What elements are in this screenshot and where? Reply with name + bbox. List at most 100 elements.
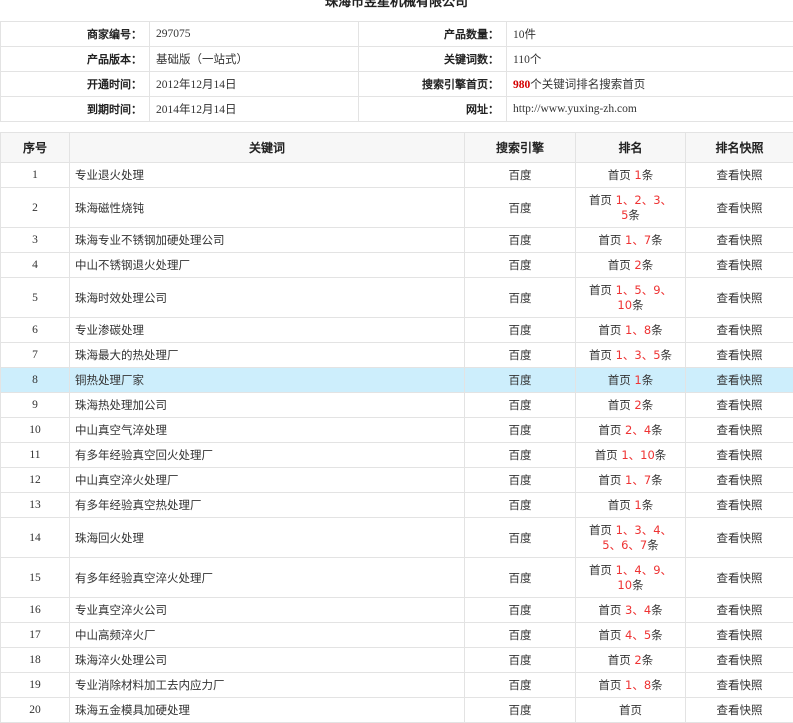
rank-positions: 2 bbox=[634, 653, 641, 667]
row-engine: 百度 bbox=[465, 188, 576, 228]
rank-suffix: 条 bbox=[632, 578, 644, 592]
row-rank: 首页 bbox=[576, 698, 686, 723]
view-snapshot-link[interactable]: 查看快照 bbox=[686, 623, 793, 648]
info-label: 搜索引擎首页： bbox=[359, 72, 507, 97]
row-engine: 百度 bbox=[465, 493, 576, 518]
rank-prefix: 首页 bbox=[598, 603, 621, 617]
view-snapshot-link[interactable]: 查看快照 bbox=[686, 163, 793, 188]
view-snapshot-link[interactable]: 查看快照 bbox=[686, 558, 793, 598]
row-keyword: 中山高频淬火厂 bbox=[70, 623, 465, 648]
view-snapshot-link[interactable]: 查看快照 bbox=[686, 318, 793, 343]
rank-prefix: 首页 bbox=[608, 168, 631, 182]
row-rank: 首页 1、3、4、5、6、7条 bbox=[576, 518, 686, 558]
view-snapshot-link[interactable]: 查看快照 bbox=[686, 598, 793, 623]
row-index: 9 bbox=[1, 393, 70, 418]
table-header-row: 序号 关键词 搜索引擎 排名 排名快照 bbox=[1, 133, 793, 163]
view-snapshot-link[interactable]: 查看快照 bbox=[686, 418, 793, 443]
row-rank: 首页 4、5条 bbox=[576, 623, 686, 648]
view-snapshot-link[interactable]: 查看快照 bbox=[686, 393, 793, 418]
view-snapshot-link[interactable]: 查看快照 bbox=[686, 278, 793, 318]
row-index: 5 bbox=[1, 278, 70, 318]
view-snapshot-link[interactable]: 查看快照 bbox=[686, 673, 793, 698]
rank-positions: 1、3、4、5、6、7 bbox=[602, 523, 672, 552]
row-index: 19 bbox=[1, 673, 70, 698]
table-row: 1 专业退火处理百度首页 1条查看快照 bbox=[1, 163, 793, 188]
row-engine: 百度 bbox=[465, 673, 576, 698]
row-keyword: 珠海热处理加公司 bbox=[70, 393, 465, 418]
rank-suffix: 条 bbox=[651, 603, 663, 617]
row-rank: 首页 2条 bbox=[576, 253, 686, 278]
row-index: 18 bbox=[1, 648, 70, 673]
row-engine: 百度 bbox=[465, 368, 576, 393]
rank-suffix: 条 bbox=[628, 208, 640, 222]
row-rank: 首页 1、4、9、10条 bbox=[576, 558, 686, 598]
row-keyword: 中山不锈钢退火处理厂 bbox=[70, 253, 465, 278]
row-index: 10 bbox=[1, 418, 70, 443]
row-rank: 首页 1条 bbox=[576, 163, 686, 188]
table-row: 12中山真空淬火处理厂百度首页 1、7条查看快照 bbox=[1, 468, 793, 493]
info-row: 产品版本：基础版（一站式）关键词数：110个 bbox=[1, 47, 793, 72]
rank-prefix: 首页 bbox=[598, 473, 621, 487]
info-label: 关键词数： bbox=[359, 47, 507, 72]
row-keyword: 专业消除材料加工去内应力厂 bbox=[70, 673, 465, 698]
row-keyword: 专业退火处理 bbox=[70, 163, 465, 188]
rank-prefix: 首页 bbox=[589, 348, 612, 362]
column-header-index: 序号 bbox=[1, 133, 70, 163]
view-snapshot-link[interactable]: 查看快照 bbox=[686, 228, 793, 253]
row-rank: 首页 1条 bbox=[576, 493, 686, 518]
info-row: 到期时间：2014年12月14日网址：http://www.yuxing-zh.… bbox=[1, 97, 793, 122]
view-snapshot-link[interactable]: 查看快照 bbox=[686, 188, 793, 228]
row-rank: 首页 1、3、5条 bbox=[576, 343, 686, 368]
row-engine: 百度 bbox=[465, 163, 576, 188]
table-row: 16专业真空淬火公司百度首页 3、4条查看快照 bbox=[1, 598, 793, 623]
info-value: 980个关键词排名搜索首页 bbox=[507, 72, 793, 97]
row-rank: 首页 1条 bbox=[576, 368, 686, 393]
view-snapshot-link[interactable]: 查看快照 bbox=[686, 368, 793, 393]
column-header-snapshot: 排名快照 bbox=[686, 133, 793, 163]
row-index: 7 bbox=[1, 343, 70, 368]
rank-suffix: 条 bbox=[661, 348, 673, 362]
row-rank: 首页 1、10条 bbox=[576, 443, 686, 468]
view-snapshot-link[interactable]: 查看快照 bbox=[686, 253, 793, 278]
rank-prefix: 首页 bbox=[598, 233, 621, 247]
view-snapshot-link[interactable]: 查看快照 bbox=[686, 518, 793, 558]
rank-positions: 3、4 bbox=[625, 603, 651, 617]
rank-suffix: 条 bbox=[642, 373, 654, 387]
page-title: 珠海市昱星机械有限公司 bbox=[0, 0, 793, 12]
rank-positions: 1、10 bbox=[621, 448, 654, 462]
row-rank: 首页 1、7条 bbox=[576, 228, 686, 253]
table-row: 3珠海专业不锈钢加硬处理公司百度首页 1、7条查看快照 bbox=[1, 228, 793, 253]
rank-suffix: 条 bbox=[647, 538, 659, 552]
row-engine: 百度 bbox=[465, 468, 576, 493]
view-snapshot-link[interactable]: 查看快照 bbox=[686, 468, 793, 493]
table-row: 5珠海时效处理公司百度首页 1、5、9、10条查看快照 bbox=[1, 278, 793, 318]
view-snapshot-link[interactable]: 查看快照 bbox=[686, 493, 793, 518]
info-label: 商家编号： bbox=[1, 22, 150, 47]
rank-prefix: 首页 bbox=[589, 283, 612, 297]
view-snapshot-link[interactable]: 查看快照 bbox=[686, 648, 793, 673]
rank-suffix: 条 bbox=[632, 298, 644, 312]
rank-prefix: 首页 bbox=[589, 193, 612, 207]
row-keyword: 珠海时效处理公司 bbox=[70, 278, 465, 318]
info-value: 2012年12月14日 bbox=[150, 72, 359, 97]
rank-suffix: 条 bbox=[655, 448, 667, 462]
row-keyword: 珠海专业不锈钢加硬处理公司 bbox=[70, 228, 465, 253]
rank-suffix: 条 bbox=[642, 168, 654, 182]
view-snapshot-link[interactable]: 查看快照 bbox=[686, 343, 793, 368]
row-rank: 首页 2、4条 bbox=[576, 418, 686, 443]
view-snapshot-link[interactable]: 查看快照 bbox=[686, 443, 793, 468]
rank-positions: 1、7 bbox=[625, 233, 651, 247]
row-keyword: 专业真空淬火公司 bbox=[70, 598, 465, 623]
table-row: 9珠海热处理加公司百度首页 2条查看快照 bbox=[1, 393, 793, 418]
row-keyword: 有多年经验真空回火处理厂 bbox=[70, 443, 465, 468]
view-snapshot-link[interactable]: 查看快照 bbox=[686, 698, 793, 723]
row-index: 17 bbox=[1, 623, 70, 648]
row-engine: 百度 bbox=[465, 343, 576, 368]
rank-prefix: 首页 bbox=[608, 653, 631, 667]
rank-positions: 1、3、5 bbox=[616, 348, 661, 362]
rank-positions: 1 bbox=[634, 168, 641, 182]
row-index: 20 bbox=[1, 698, 70, 723]
website-link[interactable]: http://www.yuxing-zh.com bbox=[507, 97, 793, 122]
rank-suffix: 条 bbox=[642, 498, 654, 512]
row-engine: 百度 bbox=[465, 443, 576, 468]
